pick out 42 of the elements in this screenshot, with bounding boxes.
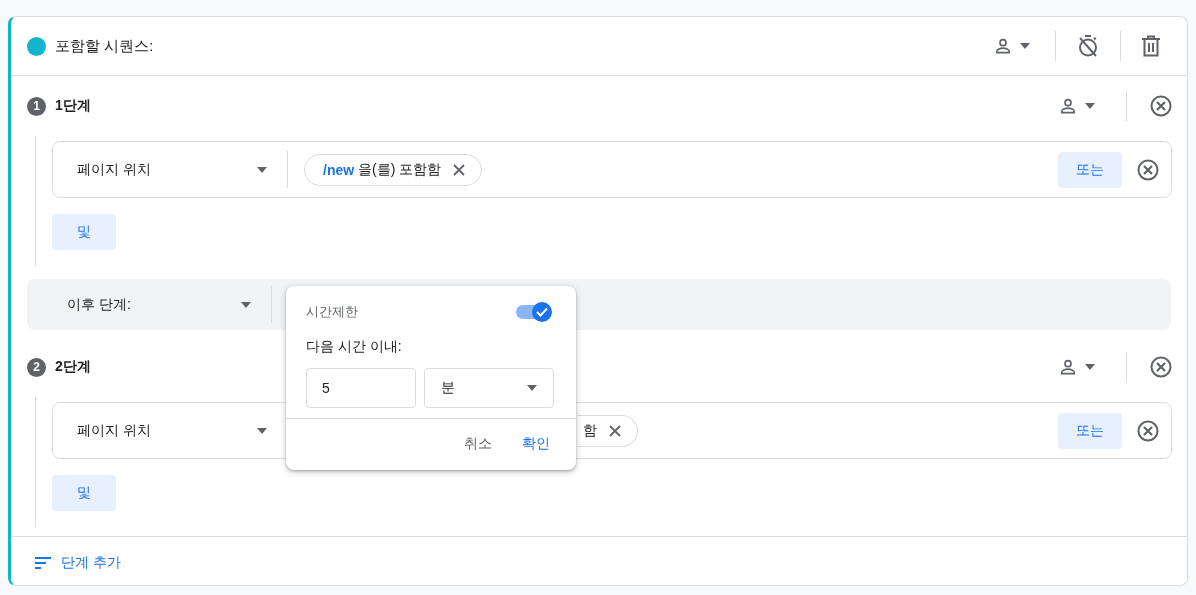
- prompt-label: 다음 시간 이내:: [305, 337, 403, 356]
- person-icon[interactable]: [1058, 357, 1078, 377]
- close-icon[interactable]: [1136, 157, 1160, 182]
- filter-chip[interactable]: 함: [577, 414, 638, 447]
- caret-icon[interactable]: [256, 427, 268, 434]
- followed-by-dropdown[interactable]: 이후 단계:: [27, 295, 271, 314]
- caret-icon[interactable]: [256, 166, 268, 173]
- check-icon: [536, 307, 548, 317]
- time-limit-label: 시간제한: [306, 303, 358, 321]
- remove-icon[interactable]: [453, 163, 466, 176]
- caret-icon[interactable]: [1084, 364, 1096, 370]
- amount-field[interactable]: 5: [306, 368, 416, 408]
- unit-dropdown[interactable]: 분: [424, 368, 554, 408]
- timer-off-icon[interactable]: [1076, 34, 1100, 58]
- sort-lines-icon[interactable]: [35, 557, 51, 569]
- close-icon[interactable]: [1136, 418, 1160, 443]
- and-button[interactable]: 및: [52, 475, 116, 511]
- dimension-dropdown[interactable]: 페이지 위치: [53, 403, 287, 458]
- or-button[interactable]: 또는: [1058, 412, 1122, 449]
- remove-icon[interactable]: [609, 424, 621, 437]
- step-title: 2단계: [55, 358, 92, 376]
- caret-icon[interactable]: [1019, 43, 1031, 49]
- ok-button[interactable]: 확인: [522, 431, 550, 457]
- step-title: 1단계: [55, 97, 92, 115]
- caret-icon[interactable]: [240, 301, 252, 308]
- close-icon[interactable]: [1149, 94, 1173, 118]
- cancel-button[interactable]: 취소: [464, 431, 492, 457]
- step-number-badge: 2: [27, 357, 46, 377]
- filter-chip[interactable]: /new 을(를) 포함함: [304, 153, 483, 186]
- dimension-dropdown[interactable]: 페이지 위치: [53, 142, 287, 197]
- toggle-switch[interactable]: [516, 300, 552, 324]
- step-number-badge: 1: [27, 96, 46, 116]
- person-icon[interactable]: [993, 36, 1013, 56]
- and-button[interactable]: 및: [52, 214, 116, 250]
- close-icon[interactable]: [1149, 355, 1173, 379]
- person-icon[interactable]: [1058, 96, 1078, 116]
- sequence-title: 포함할 시퀀스:: [55, 36, 155, 56]
- add-step-button[interactable]: 단계 추가: [35, 554, 121, 572]
- caret-icon[interactable]: [526, 385, 538, 391]
- or-button[interactable]: 또는: [1058, 151, 1122, 188]
- caret-icon[interactable]: [1084, 103, 1096, 109]
- delete-icon[interactable]: [1141, 35, 1161, 57]
